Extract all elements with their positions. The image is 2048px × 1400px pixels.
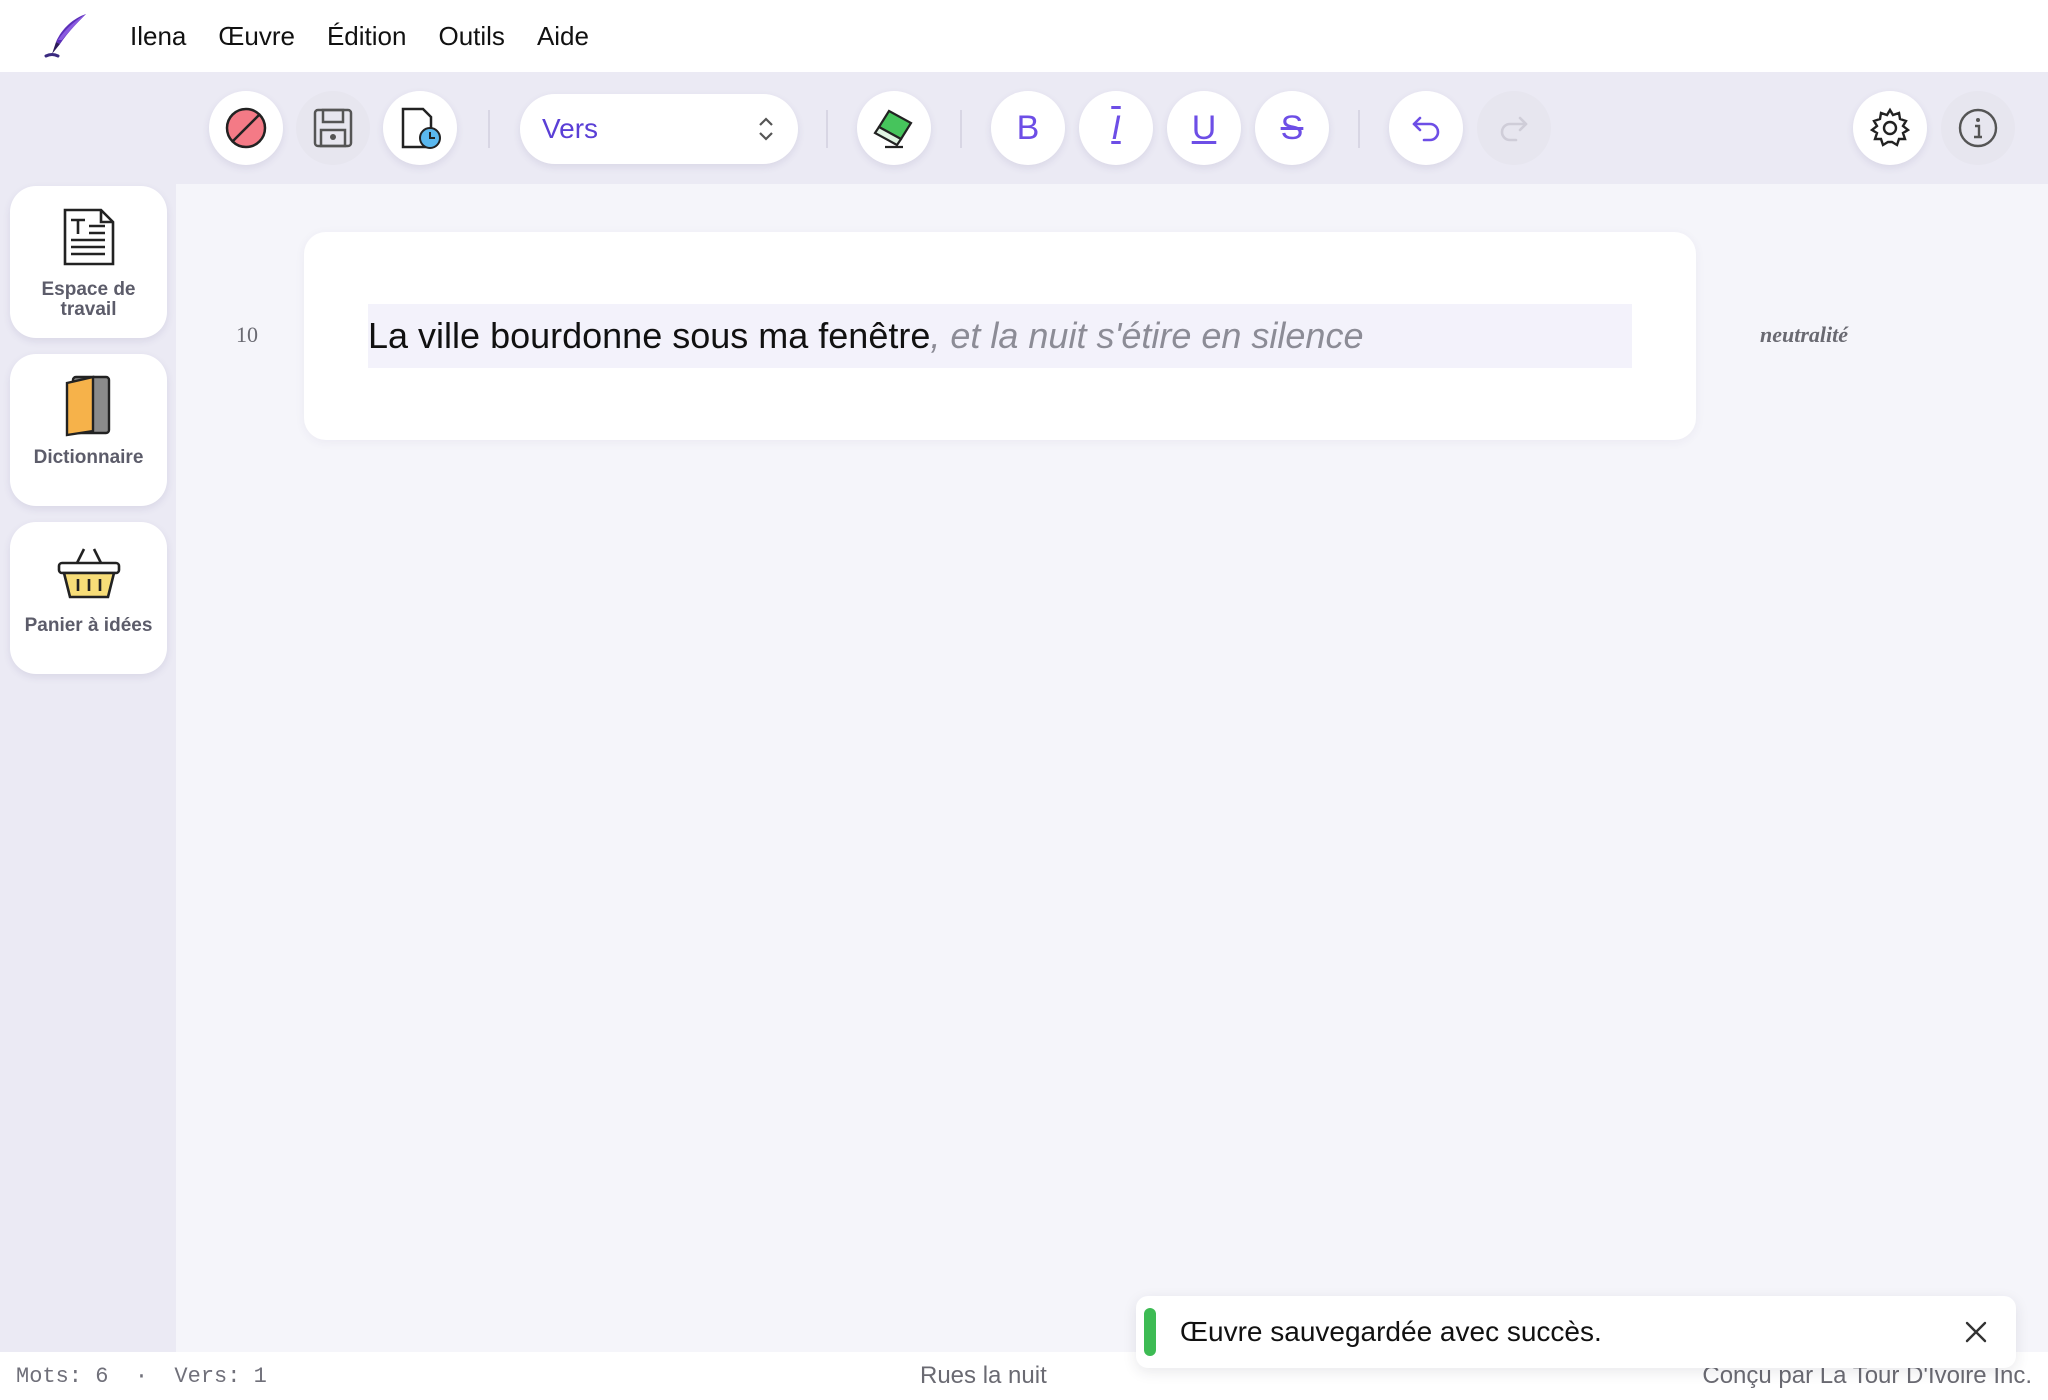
gear-icon <box>1869 107 1911 147</box>
chevron-updown-icon <box>759 117 773 141</box>
version-history-button[interactable] <box>383 91 457 165</box>
sidebar-item-workspace[interactable]: Espace de travail <box>10 186 167 338</box>
book-icon <box>65 375 110 437</box>
save-button[interactable] <box>296 91 370 165</box>
strikethrough-button[interactable]: S <box>1255 91 1329 165</box>
info-button[interactable] <box>1941 91 2015 165</box>
undo-button[interactable] <box>1389 91 1463 165</box>
redo-icon <box>1500 116 1528 142</box>
sidebar-item-label: Espace de travail <box>41 279 136 320</box>
redo-button[interactable] <box>1477 91 1551 165</box>
sidebar-item-label: Dictionnaire <box>33 447 144 468</box>
mode-select[interactable]: Vers <box>520 94 798 164</box>
verse-line[interactable]: La ville bourdonne sous ma fenêtre, et l… <box>368 304 1632 368</box>
italic-icon: I <box>1111 108 1121 147</box>
strikethrough-icon: S <box>1280 108 1304 147</box>
document-text-icon <box>63 208 114 266</box>
verse-text[interactable]: La ville bourdonne sous ma fenêtre <box>368 315 930 357</box>
toast-close-button[interactable] <box>1956 1312 1996 1352</box>
ghost-suggestion: , et la nuit s'étire en silence <box>930 315 1364 356</box>
toolbar-separator <box>1358 110 1360 148</box>
underline-button[interactable]: U <box>1167 91 1241 165</box>
no-record-icon <box>225 107 267 149</box>
sidebar: Espace de travail Dictionnaire Panier à … <box>0 184 176 1352</box>
toolbar: Vers B I U S <box>0 72 2048 184</box>
sidebar-item-dictionary[interactable]: Dictionnaire <box>10 354 167 506</box>
mode-select-value: Vers <box>542 113 599 144</box>
toast-notification: Œuvre sauvegardée avec succès. <box>1136 1296 2016 1368</box>
info-icon <box>1958 108 1998 148</box>
save-icon <box>313 108 353 148</box>
menu-ilena[interactable]: Ilena <box>114 21 202 52</box>
toolbar-separator <box>826 110 828 148</box>
settings-button[interactable] <box>1853 91 1927 165</box>
toolbar-separator <box>488 110 490 148</box>
line-number: 10 <box>236 322 258 347</box>
menu-aide[interactable]: Aide <box>521 21 605 52</box>
close-icon <box>1965 1321 1987 1343</box>
document-history-icon <box>401 107 441 149</box>
menu-outils[interactable]: Outils <box>422 21 520 52</box>
sidebar-item-idea-basket[interactable]: Panier à idées <box>10 522 167 674</box>
menubar: Ilena Œuvre Édition Outils Aide <box>0 0 2048 72</box>
quill-pen-icon[interactable] <box>30 0 102 72</box>
underline-icon: U <box>1191 108 1217 147</box>
menu-edition[interactable]: Édition <box>311 21 423 52</box>
eraser-button[interactable] <box>857 91 931 165</box>
bold-button[interactable]: B <box>991 91 1065 165</box>
basket-icon <box>57 548 120 599</box>
tone-label: neutralité <box>1760 322 1849 347</box>
toast-accent-bar <box>1144 1308 1156 1356</box>
undo-icon <box>1412 116 1440 142</box>
word-verse-count: Mots: 6 · Vers: 1 <box>16 1364 267 1389</box>
bold-icon: B <box>1016 108 1040 147</box>
document-title: Rues la nuit <box>920 1362 1047 1389</box>
stop-button[interactable] <box>209 91 283 165</box>
menu-oeuvre[interactable]: Œuvre <box>202 21 311 52</box>
italic-button[interactable]: I <box>1079 91 1153 165</box>
toast-message: Œuvre sauvegardée avec succès. <box>1180 1316 1602 1347</box>
toolbar-separator <box>960 110 962 148</box>
eraser-icon <box>873 109 913 149</box>
sidebar-item-label: Panier à idées <box>24 615 153 636</box>
